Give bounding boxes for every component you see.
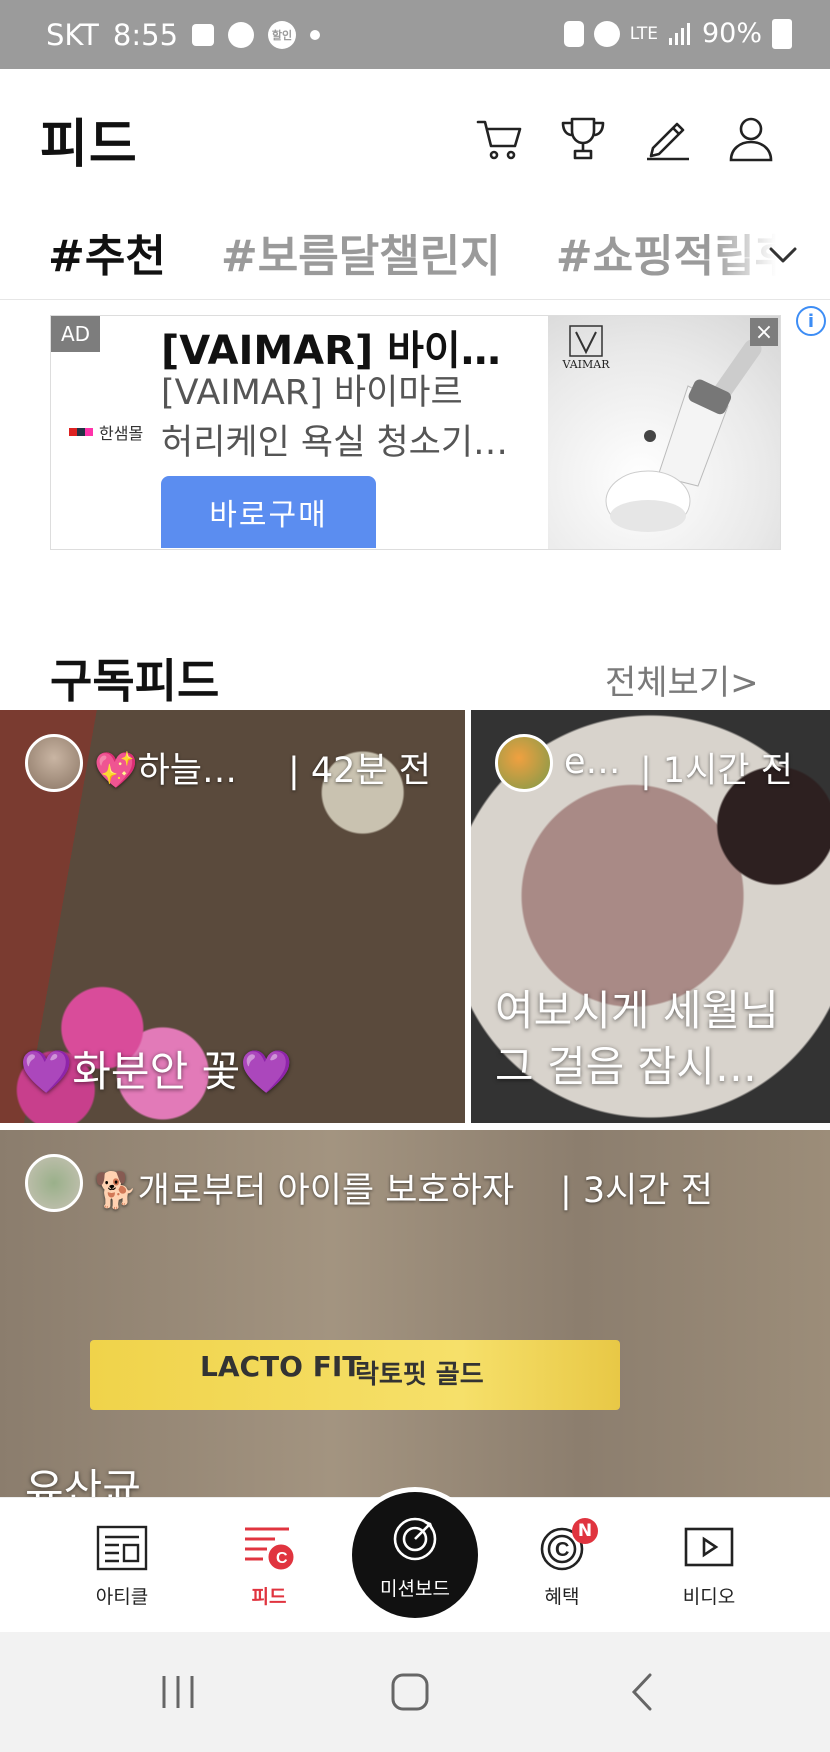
tab-recommend[interactable]: #추천 (48, 220, 166, 300)
recycle-icon (563, 20, 584, 47)
svg-text:C: C (555, 1539, 569, 1561)
avatar[interactable] (25, 734, 83, 792)
ad-brand-logo: 한샘몰 (69, 420, 143, 444)
brush-product-icon (605, 339, 762, 532)
nav-benefit[interactable]: C 혜택 (502, 1525, 622, 1609)
card-time: | 1시간 전 (640, 751, 793, 791)
nav-mission-label: 미션보드 (380, 1578, 450, 1600)
ad-buy-button[interactable]: 바로구매 (161, 476, 376, 548)
tab-full-moon-challenge[interactable]: #보름달챌린지 (221, 220, 501, 300)
nav-article[interactable]: 아티클 (62, 1525, 182, 1609)
chevron-down-icon[interactable] (766, 238, 800, 272)
video-icon (684, 1527, 734, 1567)
ad-desc-line2: 허리케인 욕실 청소기… (161, 423, 509, 463)
battery-percent: 90% (701, 18, 762, 49)
card-user: 🐕개로부터 아이를 보호하자 (94, 1171, 515, 1211)
nav-benefit-label: 혜택 (544, 1586, 580, 1608)
alarm-icon (593, 20, 620, 47)
avatar[interactable] (495, 734, 553, 792)
card-caption-line2: 그 걸음 잠시… (495, 1042, 757, 1091)
new-badge: N (572, 1518, 598, 1544)
nav-article-label: 아티클 (95, 1586, 149, 1608)
back-icon[interactable] (628, 1672, 658, 1712)
dot-icon (310, 30, 321, 40)
feed-icon: C (245, 1527, 294, 1570)
sale-badge-icon: 할인 (268, 21, 297, 49)
signal-icon (668, 22, 690, 45)
home-icon[interactable] (390, 1672, 430, 1712)
nav-video-label: 비디오 (682, 1586, 736, 1608)
ad-info-icon[interactable]: i (796, 306, 826, 336)
nav-feed-label: 피드 (251, 1586, 287, 1608)
profile-icon[interactable] (726, 114, 776, 164)
see-all-link[interactable]: 전체보기> (605, 655, 759, 704)
brand-flag-icon (69, 428, 93, 436)
status-left: SKT 8:55 할인 (46, 18, 321, 52)
status-right: LTE 90% (563, 18, 792, 49)
card-time: | 42분 전 (288, 751, 431, 791)
clock: 8:55 (112, 18, 179, 52)
ad-label: AD (51, 316, 101, 352)
card-time: | 3시간 전 (560, 1171, 713, 1211)
avatar[interactable] (25, 1154, 83, 1212)
card-user: 💖하늘… (94, 751, 237, 791)
ad-description: [VAIMAR] 바이마르 허리케인 욕실 청소기… (161, 368, 541, 468)
card-caption: 여보시게 세월님 그 걸음 잠시… (495, 983, 779, 1095)
card-caption-line1: 여보시게 세월님 (495, 986, 779, 1035)
card-user: e… (564, 742, 621, 782)
ad-desc-line1: [VAIMAR] 바이마르 (161, 373, 463, 413)
settings-icon (228, 22, 255, 48)
ad-banner[interactable]: AD 한샘몰 [VAIMAR] 바이… [VAIMAR] 바이마르 허리케인 욕… (50, 315, 781, 550)
section-title: 구독피드 (50, 654, 220, 708)
tabs-divider (0, 299, 830, 300)
target-icon (393, 1517, 437, 1561)
ad-brand-name: 한샘몰 (99, 424, 144, 443)
status-bar: SKT 8:55 할인 LTE 90% (0, 0, 830, 69)
network-label: LTE (629, 23, 658, 44)
svg-text:C: C (276, 1550, 288, 1567)
notification-icon (192, 24, 215, 46)
system-nav-bar (0, 1632, 830, 1752)
recent-apps-icon[interactable] (158, 1672, 198, 1712)
product-name: 락토핏 골드 (355, 1360, 484, 1390)
trophy-icon[interactable] (558, 114, 608, 164)
card-caption: 💜화분안 꽃💜 (20, 1047, 293, 1096)
pencil-icon[interactable] (643, 114, 693, 164)
product-logo: LACTO FIT (200, 1350, 362, 1383)
nav-video[interactable]: 비디오 (649, 1525, 769, 1609)
nav-feed[interactable]: C 피드 (209, 1525, 329, 1609)
carrier: SKT (46, 18, 99, 52)
ad-close-icon[interactable]: × (750, 318, 778, 346)
page-title: 피드 (40, 115, 138, 175)
article-icon (96, 1525, 148, 1571)
cart-icon[interactable] (474, 114, 524, 164)
ad-product-image[interactable]: VAIMAR (548, 316, 780, 549)
battery-icon (772, 18, 792, 49)
